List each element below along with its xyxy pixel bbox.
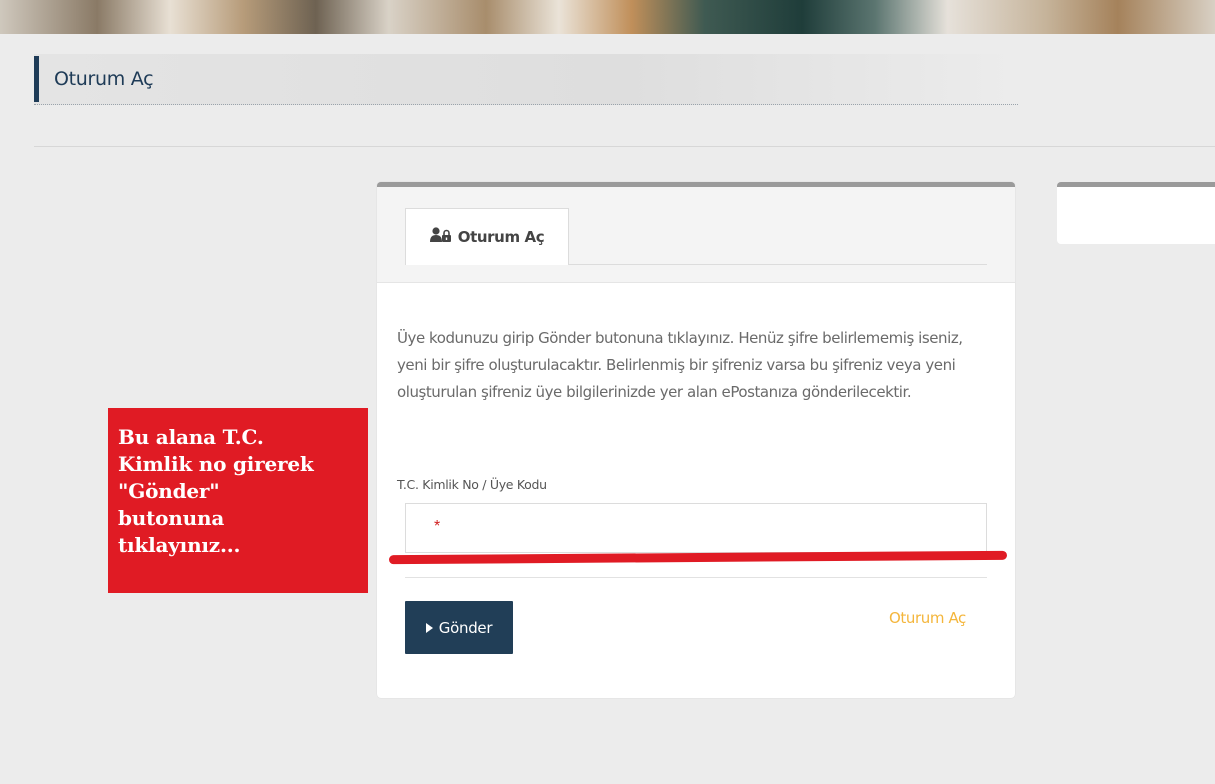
page-title: Oturum Aç xyxy=(54,68,154,90)
page-title-bar: Oturum Aç xyxy=(34,54,1018,105)
card-header: Oturum Aç xyxy=(377,187,1015,283)
id-input[interactable]: * xyxy=(405,503,987,553)
submit-button-label: Gönder xyxy=(438,618,493,637)
tab-underline xyxy=(569,264,987,265)
submit-button[interactable]: Gönder xyxy=(405,601,513,654)
id-field-label: T.C. Kimlik No / Üye Kodu xyxy=(397,477,547,492)
tab-login-label: Oturum Aç xyxy=(457,228,545,246)
required-marker: * xyxy=(434,518,441,535)
tab-login[interactable]: Oturum Aç xyxy=(405,208,569,265)
annotation-callout: Bu alana T.C. Kimlik no girerek "Gönder"… xyxy=(108,408,368,593)
user-lock-icon xyxy=(429,226,452,248)
title-accent-bar xyxy=(34,56,39,102)
side-panel xyxy=(1057,182,1215,244)
caret-right-icon xyxy=(425,619,433,637)
annotation-callout-text: Bu alana T.C. Kimlik no girerek "Gönder"… xyxy=(118,425,314,557)
divider xyxy=(34,146,1215,147)
instructions-text: Üye kodunuzu girip Gönder butonuna tıkla… xyxy=(397,329,963,401)
form-separator xyxy=(405,577,987,578)
login-link[interactable]: Oturum Aç xyxy=(889,609,966,627)
header-banner-image xyxy=(0,0,1215,34)
login-card: Oturum Aç Üye kodunuzu girip Gönder buto… xyxy=(377,182,1015,698)
